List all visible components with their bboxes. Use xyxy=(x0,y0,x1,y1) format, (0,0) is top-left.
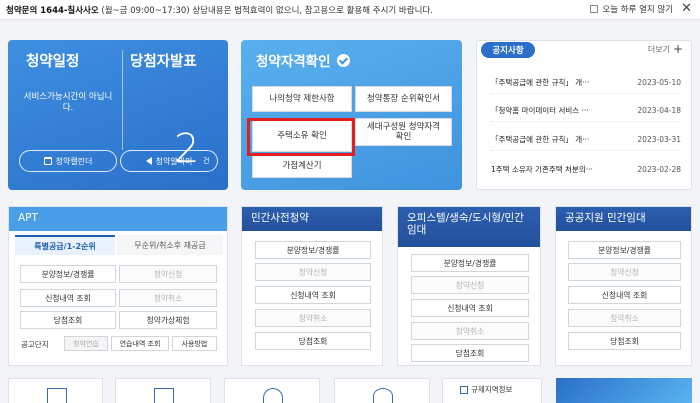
public-cancel-button[interactable]: 청약취소 xyxy=(568,309,681,327)
news-item-title: 1주택 소유자 기존주택 처분의··· xyxy=(491,164,593,174)
presale-sale-info-button[interactable]: 분양정보/경쟁률 xyxy=(255,241,371,259)
notices-card: 공지사항 더보기 + 「주택공급에 관한 규칙」 개··· 2023-05-10… xyxy=(476,40,692,190)
highlight-box xyxy=(247,118,355,156)
news-item[interactable]: 「주택공급에 관한 규칙」 개··· 2023-05-10 xyxy=(491,72,681,94)
apt-sale-info-button[interactable]: 분양정보/경쟁률 xyxy=(20,265,116,283)
officetel-apply-button[interactable]: 청약신청 xyxy=(411,276,529,294)
news-item-date: 2023-02-28 xyxy=(637,164,681,174)
news-item-title: 「청약홈 마이데이터 서비스 ··· xyxy=(491,106,589,115)
officetel-title: 오피스텔/생숙/도시형/민간임대 xyxy=(398,207,540,247)
calendar-button[interactable]: 청약캘린더 xyxy=(19,150,117,172)
regulated-area-link[interactable]: 규제지역정보 xyxy=(460,384,512,395)
qualification-title: 청약자격확인 xyxy=(256,50,350,70)
schedule-title[interactable]: 청약일정 xyxy=(26,50,79,71)
news-item-title: 「주택공급에 관한 규칙」 개··· xyxy=(491,78,590,87)
alarm-button[interactable]: 청약알리미 xyxy=(120,150,218,172)
news-item-title: 「주택공급에 관한 규칙」 개··· xyxy=(491,135,590,144)
apartment-icon xyxy=(154,388,174,403)
notice-complex-label: 공고단지 xyxy=(21,340,49,349)
plus-icon: + xyxy=(672,42,683,56)
more-link[interactable]: 더보기 + xyxy=(647,42,683,56)
schedule-divider xyxy=(122,50,123,150)
officetel-card: 오피스텔/생숙/도시형/민간임대 분양정보/경쟁률 청약신청 신청내역 조회 청… xyxy=(397,206,541,366)
household-button[interactable]: 세대구성원 청약자격확인 xyxy=(355,118,452,146)
tab-random-supply[interactable]: 무순위/취소후 재공급 xyxy=(117,235,223,255)
apt-apply-button[interactable]: 청약신청 xyxy=(119,265,217,283)
presale-winner-button[interactable]: 당첨조회 xyxy=(255,332,371,350)
qualification-title-text: 청약자격확인 xyxy=(256,54,331,70)
news-item[interactable]: 「청약홈 마이데이터 서비스 ··· 2023-04-18 xyxy=(491,100,681,122)
winner-title[interactable]: 당첨자발표 xyxy=(130,50,197,71)
person-icon xyxy=(373,388,393,403)
dismiss-label: 오늘 하루 열지 않기 xyxy=(602,5,674,15)
apt-cancel-button[interactable]: 청약취소 xyxy=(119,289,217,307)
shortcut-card[interactable] xyxy=(8,378,103,403)
calendar-button-label: 청약캘린더 xyxy=(55,156,93,166)
presale-apply-button[interactable]: 청약신청 xyxy=(255,263,371,281)
presale-title: 민간사전청약 xyxy=(242,207,382,231)
how-to-button[interactable]: 사용방법 xyxy=(172,336,217,351)
presale-history-button[interactable]: 신청내역 조회 xyxy=(255,286,371,304)
shortcut-card[interactable] xyxy=(115,378,211,403)
apt-winner-button[interactable]: 당첨조회 xyxy=(20,311,116,329)
notice-phone: 청약문의 1644-칠사사오 xyxy=(6,5,99,16)
public-history-button[interactable]: 신청내역 조회 xyxy=(568,286,681,304)
calendar-icon xyxy=(43,157,52,165)
alarm-button-label: 청약알리미 xyxy=(155,156,193,166)
news-item-date: 2023-04-18 xyxy=(637,106,681,115)
my-limit-button[interactable]: 나의청약 제한사항 xyxy=(252,86,352,112)
public-card: 공공지원 민간임대 분양정보/경쟁률 청약신청 신청내역 조회 청약취소 당첨조… xyxy=(555,206,692,366)
house-icon xyxy=(263,388,283,403)
notice-bar: 청약문의 1644-칠사사오 (월~금 09:00~17:30) 상담내용은 법… xyxy=(0,0,700,20)
qualification-card: 청약자격확인 나의청약 제한사항 청약통장 순위확인서 주택소유 확인 세대구성… xyxy=(241,40,462,190)
presale-card: 민간사전청약 분양정보/경쟁률 청약신청 신청내역 조회 청약취소 당첨조회 xyxy=(241,206,383,366)
news-item-date: 2023-05-10 xyxy=(637,78,681,87)
regulated-area-label: 규제지역정보 xyxy=(471,385,513,394)
apt-card: APT 특별공급/1-2순위 무순위/취소후 재공급 분양정보/경쟁률 청약신청… xyxy=(8,206,228,366)
score-calc-button[interactable]: 가점계산기 xyxy=(252,154,352,178)
public-title: 공공지원 민간임대 xyxy=(556,207,691,231)
apt-history-button[interactable]: 신청내역 조회 xyxy=(20,289,116,307)
officetel-cancel-button[interactable]: 청약취소 xyxy=(411,322,529,340)
officetel-sale-info-button[interactable]: 분양정보/경쟁률 xyxy=(411,254,529,272)
building-icon xyxy=(47,388,67,403)
speaker-icon xyxy=(145,157,152,165)
schedule-card: 청약일정 당첨자발표 서비스가능시간이 아닙니다. 2 건 청약캘린더 청약알리… xyxy=(8,40,228,190)
notice-message: (월~금 09:00~17:30) 상담내용은 법적효력이 없으니, 참고용으로… xyxy=(98,5,433,16)
dismiss-checkbox[interactable] xyxy=(590,5,599,13)
practice-history-button[interactable]: 연습내역 조회 xyxy=(111,336,169,351)
close-icon[interactable]: ✕ xyxy=(681,2,692,15)
officetel-winner-button[interactable]: 당첨조회 xyxy=(411,344,529,362)
document-icon xyxy=(460,385,468,394)
notices-tab[interactable]: 공지사항 xyxy=(481,42,535,58)
tab-special-supply[interactable]: 특별공급/1-2순위 xyxy=(15,235,115,255)
practice-button[interactable]: 청약연습 xyxy=(64,336,108,351)
more-link-label: 더보기 xyxy=(647,45,670,54)
shortcut-card[interactable] xyxy=(334,378,430,403)
check-circle-icon xyxy=(336,53,350,67)
service-unavailable-message: 서비스가능시간이 아닙니다. xyxy=(23,92,113,113)
shortcut-card[interactable] xyxy=(224,378,320,403)
dismiss-today[interactable]: 오늘 하루 열지 않기 ✕ xyxy=(590,2,692,15)
public-sale-info-button[interactable]: 분양정보/경쟁률 xyxy=(568,241,681,259)
promo-banner[interactable] xyxy=(556,378,692,403)
public-apply-button[interactable]: 청약신청 xyxy=(568,263,681,281)
presale-cancel-button[interactable]: 청약취소 xyxy=(255,309,371,327)
news-item-date: 2023-03-31 xyxy=(637,135,681,144)
apt-virtual-button[interactable]: 청약가상체험 xyxy=(119,311,217,329)
apt-title: APT xyxy=(9,207,227,231)
officetel-history-button[interactable]: 신청내역 조회 xyxy=(411,299,529,317)
news-item[interactable]: 「주택공급에 관한 규칙」 개··· 2023-03-31 xyxy=(491,129,681,151)
public-winner-button[interactable]: 당첨조회 xyxy=(568,332,681,350)
news-item[interactable]: 1주택 소유자 기존주택 처분의··· 2023-02-28 xyxy=(491,158,681,180)
notice-text: 청약문의 1644-칠사사오 (월~금 09:00~17:30) 상담내용은 법… xyxy=(6,4,433,16)
account-rank-button[interactable]: 청약통장 순위확인서 xyxy=(355,86,452,112)
